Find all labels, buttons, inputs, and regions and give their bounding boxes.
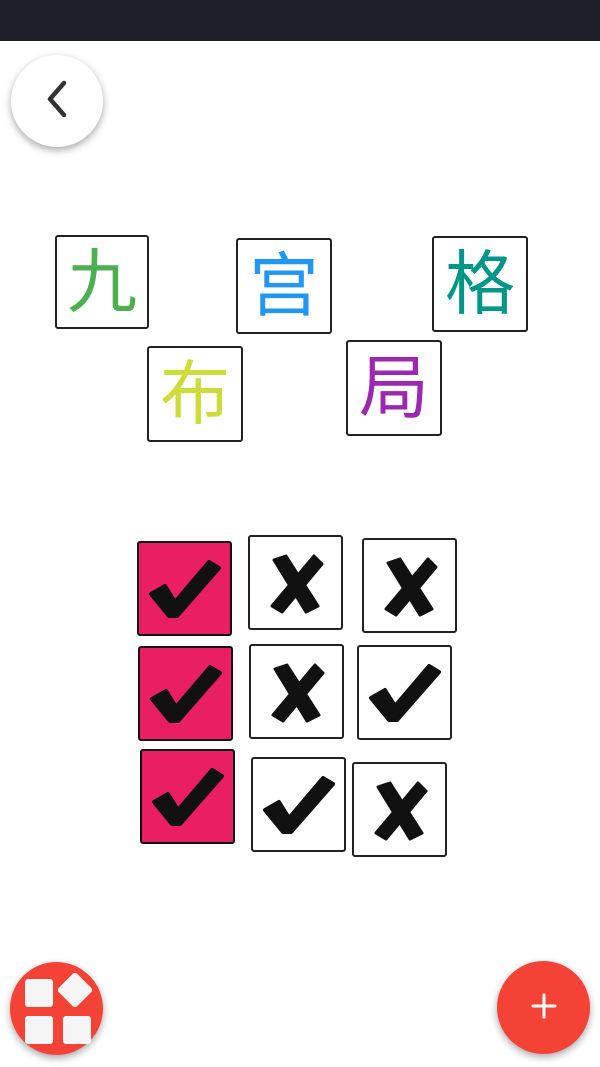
grid-cell-r1c2[interactable] — [248, 535, 343, 630]
cross-icon — [267, 659, 327, 725]
title-tile-5: 局 — [346, 340, 442, 436]
check-icon — [148, 661, 224, 727]
title-tile-2: 宫 — [236, 238, 332, 334]
title-char-5: 局 — [359, 347, 429, 429]
game-screen: 九 宫 格 布 局 — [0, 0, 600, 1067]
grid-cell-r1c3[interactable] — [362, 538, 457, 633]
check-icon — [147, 556, 223, 622]
title-char-2: 宫 — [249, 245, 319, 327]
title-tile-3: 格 — [432, 236, 528, 332]
chevron-left-icon — [42, 79, 72, 123]
grid-cell-r3c2[interactable] — [251, 757, 346, 852]
check-icon — [367, 660, 443, 726]
grid-cell-r3c1[interactable] — [140, 749, 235, 844]
title-char-1: 九 — [67, 241, 137, 323]
back-button[interactable] — [11, 55, 103, 147]
grid-cell-r2c3[interactable] — [357, 645, 452, 740]
plus-icon — [530, 992, 558, 1024]
check-icon — [150, 764, 226, 830]
title-tile-4: 布 — [147, 346, 243, 442]
title-char-4: 布 — [160, 353, 230, 435]
grid-cell-r3c3[interactable] — [352, 762, 447, 857]
grid-cell-r2c1[interactable] — [138, 646, 233, 741]
check-icon — [261, 772, 337, 838]
title-tile-1: 九 — [55, 235, 149, 329]
grid-cell-r2c2[interactable] — [249, 644, 344, 739]
title-char-3: 格 — [445, 243, 515, 325]
add-button[interactable] — [497, 961, 590, 1054]
cross-icon — [266, 550, 326, 616]
cross-icon — [380, 553, 440, 619]
cross-icon — [370, 777, 430, 843]
status-bar — [0, 0, 600, 41]
grid-cell-r1c1[interactable] — [137, 541, 232, 636]
menu-button[interactable] — [10, 962, 103, 1055]
